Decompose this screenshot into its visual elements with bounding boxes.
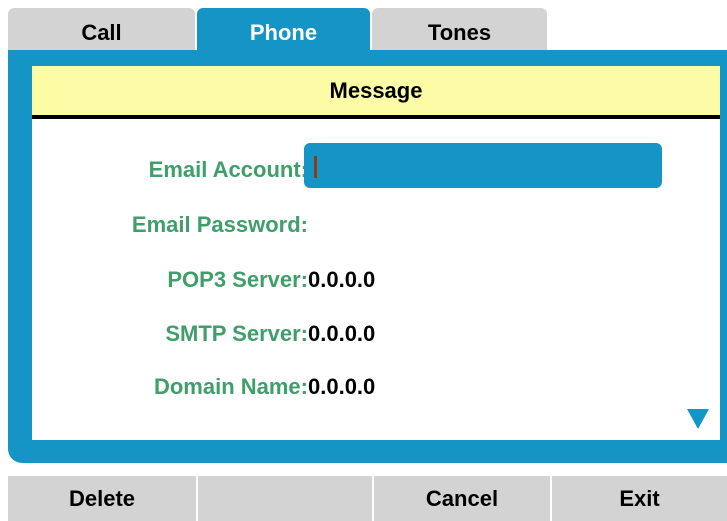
delete-softkey[interactable]: Delete — [8, 476, 196, 521]
smtp-server-label: SMTP Server: — [165, 321, 308, 346]
pop3-server-value[interactable]: 0.0.0.0 — [308, 267, 375, 293]
smtp-server-value[interactable]: 0.0.0.0 — [308, 321, 375, 347]
tab-tones-label: Tones — [427, 20, 492, 45]
tab-phone-label: Phone — [249, 20, 318, 45]
domain-name-label: Domain Name: — [153, 374, 308, 399]
pop3-server-label: POP3 Server: — [167, 267, 308, 292]
tab-tones[interactable]: Tones — [372, 8, 547, 52]
message-settings-panel: Message Email Account: Email Password: P… — [32, 66, 720, 440]
email-account-input[interactable] — [304, 143, 662, 188]
blank-softkey[interactable] — [198, 476, 372, 521]
text-cursor — [314, 156, 317, 178]
cancel-softkey[interactable]: Cancel — [374, 476, 550, 521]
cancel-softkey-label: Cancel — [425, 485, 499, 511]
exit-softkey[interactable]: Exit — [552, 476, 727, 521]
panel-title: Message — [32, 66, 720, 119]
tab-phone[interactable]: Phone — [197, 8, 370, 52]
triangle-down-icon[interactable] — [687, 409, 709, 429]
panel-title-text: Message — [329, 77, 423, 103]
domain-name-value[interactable]: 0.0.0.0 — [308, 374, 375, 400]
email-password-label: Email Password: — [131, 212, 308, 237]
email-account-label: Email Account: — [148, 157, 308, 182]
delete-softkey-label: Delete — [68, 485, 136, 511]
tab-call[interactable]: Call — [8, 8, 195, 52]
tab-call-label: Call — [81, 20, 122, 45]
exit-softkey-label: Exit — [619, 485, 660, 511]
